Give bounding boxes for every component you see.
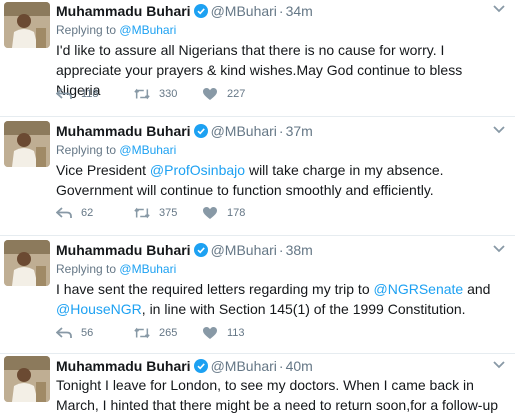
tweet-time[interactable]: 37m	[286, 123, 313, 139]
tweet-header: Muhammadu Buhari @MBuhari · 38m	[56, 242, 313, 259]
reply-count: 62	[81, 207, 94, 219]
separator-dot: ·	[278, 3, 284, 19]
like-count: 178	[227, 207, 246, 219]
tweet[interactable]: Muhammadu Buhari @MBuhari · 40m Tonight I l…	[0, 354, 515, 415]
verified-badge-icon	[193, 243, 208, 257]
like-count: 113	[227, 327, 245, 339]
author-handle[interactable]: @MBuhari	[211, 3, 277, 19]
separator-dot: ·	[278, 123, 284, 139]
retweet-icon	[134, 327, 150, 339]
replying-mention[interactable]: @MBuhari	[119, 262, 176, 276]
mention-link[interactable]: @NGRSenate	[374, 281, 464, 297]
replying-to: Replying to @MBuhari	[56, 262, 176, 276]
reply-count: 56	[81, 327, 94, 339]
author-handle[interactable]: @MBuhari	[211, 123, 277, 139]
tweet-time[interactable]: 38m	[286, 242, 313, 258]
separator-dot: ·	[278, 242, 284, 258]
avatar[interactable]	[4, 240, 50, 286]
replying-label: Replying to	[56, 262, 117, 276]
tweet-text: Tonight I leave for London, to see my do…	[56, 375, 508, 415]
tweet-text-part: I have sent the required letters regardi…	[56, 281, 374, 297]
heart-icon	[203, 327, 217, 339]
replying-mention[interactable]: @MBuhari	[119, 143, 176, 157]
tweet-text: Vice President @ProfOsinbajo will take c…	[56, 160, 508, 200]
tweet-feed: Muhammadu Buhari @MBuhari · 34m Replying to…	[0, 0, 515, 415]
tweet-text-part: and	[463, 281, 491, 297]
tweet-time[interactable]: 34m	[286, 3, 313, 19]
like-button[interactable]: 227	[202, 86, 245, 102]
separator-dot: ·	[278, 358, 284, 374]
replying-mention[interactable]: @MBuhari	[119, 23, 176, 37]
reply-icon	[56, 327, 72, 338]
chevron-down-icon[interactable]	[493, 4, 505, 14]
replying-to: Replying to @MBuhari	[56, 23, 176, 37]
retweet-count: 330	[159, 88, 178, 100]
replying-to: Replying to @MBuhari	[56, 143, 176, 157]
tweet-text-part: I'd like to assure all Nigerians that th…	[56, 42, 463, 98]
avatar[interactable]	[4, 121, 50, 167]
retweet-count: 265	[159, 327, 178, 339]
reply-icon	[56, 88, 72, 99]
avatar[interactable]	[4, 2, 50, 48]
chevron-down-icon[interactable]	[493, 244, 505, 254]
tweet-text-part: , in line with Section 145(1) of the 199…	[141, 301, 466, 317]
reply-icon	[56, 207, 72, 218]
verified-badge-icon	[193, 4, 208, 18]
retweet-button[interactable]: 330	[134, 86, 177, 102]
tweet-header: Muhammadu Buhari @MBuhari · 34m	[56, 3, 313, 20]
replying-label: Replying to	[56, 23, 117, 37]
heart-icon	[203, 207, 217, 219]
tweet-text-part: Tonight I leave for London, to see my do…	[56, 377, 499, 413]
tweet-header: Muhammadu Buhari @MBuhari · 40m	[56, 358, 313, 375]
reply-button[interactable]: 118	[56, 86, 99, 102]
reply-count: 118	[81, 88, 99, 100]
like-button[interactable]: 113	[202, 325, 245, 341]
verified-badge-icon	[193, 359, 208, 373]
tweet-time[interactable]: 40m	[286, 358, 313, 374]
tweet-text: I have sent the required letters regardi…	[56, 279, 508, 319]
author-handle[interactable]: @MBuhari	[211, 358, 277, 374]
like-button[interactable]: 178	[202, 205, 245, 221]
chevron-down-icon[interactable]	[493, 360, 505, 370]
author-handle[interactable]: @MBuhari	[211, 242, 277, 258]
retweet-button[interactable]: 265	[134, 325, 177, 341]
heart-icon	[203, 88, 217, 100]
author-name[interactable]: Muhammadu Buhari	[56, 242, 191, 258]
retweet-icon	[134, 88, 150, 100]
retweet-icon	[134, 207, 150, 219]
avatar[interactable]	[4, 356, 50, 402]
chevron-down-icon[interactable]	[493, 125, 505, 135]
mention-link[interactable]: @ProfOsinbajo	[150, 162, 245, 178]
tweet-header: Muhammadu Buhari @MBuhari · 37m	[56, 123, 313, 140]
tweet[interactable]: Muhammadu Buhari @MBuhari · 37m Replying to…	[0, 117, 515, 236]
reply-button[interactable]: 56	[56, 325, 93, 341]
like-count: 227	[227, 88, 246, 100]
tweet-text-part: Vice President	[56, 162, 150, 178]
tweet-text: I'd like to assure all Nigerians that th…	[56, 40, 508, 100]
verified-badge-icon	[193, 124, 208, 138]
reply-button[interactable]: 62	[56, 205, 93, 221]
tweet[interactable]: Muhammadu Buhari @MBuhari · 34m Replying to…	[0, 0, 515, 117]
mention-link[interactable]: @HouseNGR	[56, 301, 142, 317]
tweet[interactable]: Muhammadu Buhari @MBuhari · 38m Replying to…	[0, 236, 515, 354]
author-name[interactable]: Muhammadu Buhari	[56, 3, 191, 19]
retweet-count: 375	[159, 207, 178, 219]
author-name[interactable]: Muhammadu Buhari	[56, 123, 191, 139]
retweet-button[interactable]: 375	[134, 205, 177, 221]
replying-label: Replying to	[56, 143, 117, 157]
author-name[interactable]: Muhammadu Buhari	[56, 358, 191, 374]
